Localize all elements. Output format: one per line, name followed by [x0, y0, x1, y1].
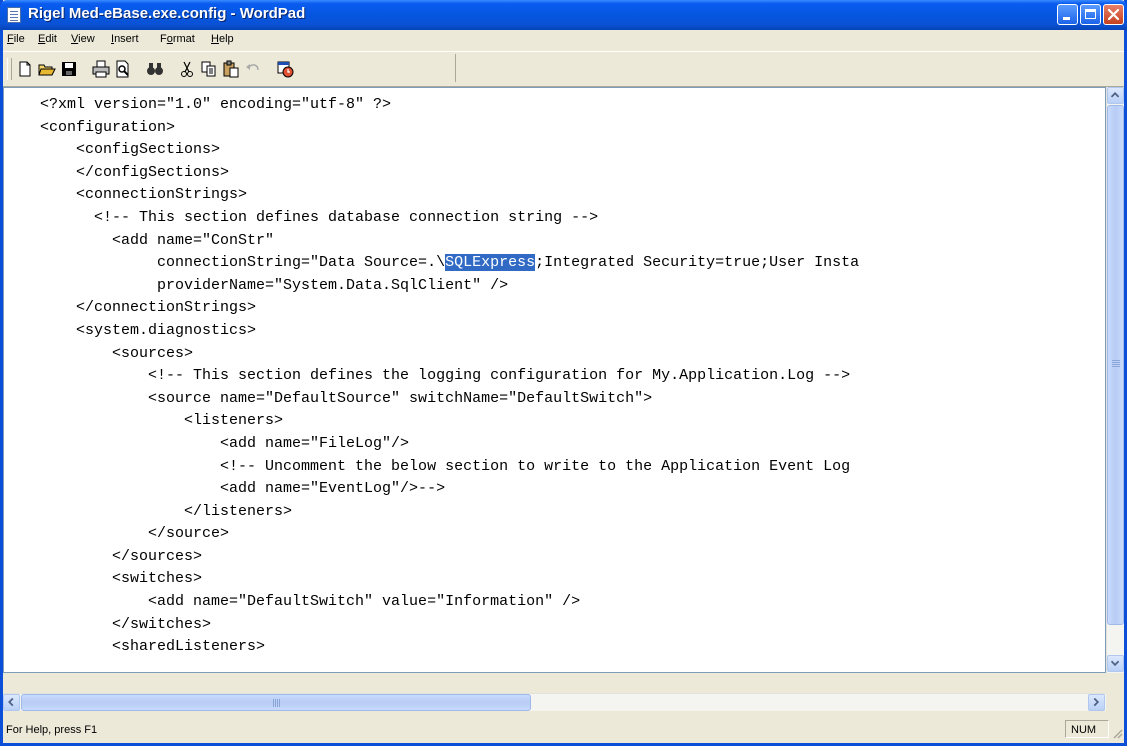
wordpad-window: Rigel Med-eBase.exe.config - WordPad Fil…	[0, 0, 1127, 746]
close-button[interactable]	[1103, 4, 1124, 25]
document-line: </sources>	[40, 547, 203, 565]
scroll-down-button[interactable]	[1107, 655, 1124, 672]
menu-insert[interactable]: Insert	[111, 33, 139, 45]
document-text: <?xml version="1.0" encoding="utf-8" ?> <…	[40, 94, 859, 659]
document-line: <source name="DefaultSource" switchName=…	[40, 389, 653, 407]
num-lock-indicator: NUM	[1065, 720, 1109, 738]
document-line: <!-- This section defines database conne…	[40, 208, 599, 226]
menu-bar: File Edit View Insert Format Help	[3, 30, 1124, 50]
chevron-left-icon	[8, 697, 14, 707]
menu-file[interactable]: File	[7, 33, 25, 45]
document-line: <?xml version="1.0" encoding="utf-8" ?>	[40, 96, 392, 113]
open-folder-icon	[38, 64, 56, 76]
thumb-grip-icon	[273, 699, 274, 707]
document-line: <add name="EventLog"/>-->	[40, 480, 446, 498]
document-line: <configuration>	[40, 118, 176, 136]
document-line: <system.diagnostics>	[40, 321, 257, 339]
minimize-icon	[1063, 17, 1070, 20]
document-line: <connectionStrings>	[40, 186, 248, 204]
line-text-after-selection: ;Integrated Security=true;User Insta	[535, 254, 860, 272]
line-text-before-selection: connectionString="Data Source=.\	[40, 254, 446, 272]
scrollbar-corner	[1106, 693, 1124, 711]
document-line: <add name="DefaultSwitch" value="Informa…	[40, 593, 581, 611]
find-button[interactable]	[145, 59, 165, 79]
scroll-up-button[interactable]	[1107, 87, 1124, 104]
selected-text[interactable]: SQLExpress	[445, 254, 536, 272]
document-line: <add name="ConStr"	[40, 231, 275, 249]
copy-icon	[201, 61, 216, 77]
document-line: </configSections>	[40, 163, 230, 181]
minimize-button[interactable]	[1057, 4, 1078, 25]
document-line: </connectionStrings>	[40, 299, 257, 317]
document-line: <configSections>	[40, 141, 221, 159]
undo-button[interactable]	[243, 59, 263, 79]
paste-button[interactable]	[221, 59, 241, 79]
save-button[interactable]	[59, 59, 79, 79]
document-line: <sources>	[40, 344, 194, 362]
scroll-right-button[interactable]	[1088, 694, 1105, 711]
menu-format[interactable]: Format	[160, 33, 195, 45]
maximize-icon	[1085, 9, 1096, 19]
cut-button[interactable]	[177, 59, 197, 79]
document-line: <!-- This section defines the logging co…	[40, 367, 851, 385]
maximize-button[interactable]	[1080, 4, 1101, 25]
vertical-scroll-thumb[interactable]	[1107, 105, 1124, 625]
paste-icon	[223, 60, 239, 78]
wordpad-app-icon[interactable]	[7, 7, 21, 23]
document-line: <sharedListeners>	[40, 638, 266, 656]
document-line: </source>	[40, 525, 230, 543]
document-line: <add name="FileLog"/>	[40, 434, 410, 452]
document-line: </switches>	[40, 615, 212, 633]
date-time-icon	[277, 61, 294, 78]
print-button[interactable]	[91, 59, 111, 79]
find-binoculars-icon	[147, 63, 163, 75]
undo-icon	[246, 64, 259, 71]
status-help-text: For Help, press F1	[6, 724, 98, 736]
chevron-right-icon	[1093, 697, 1100, 707]
status-bar: For Help, press F1 NUM	[3, 718, 1124, 743]
resize-grip-icon[interactable]	[1111, 727, 1123, 739]
open-button[interactable]	[37, 59, 57, 79]
document-line: connectionString="Data Source=.\SQLExpre…	[40, 252, 859, 275]
vertical-scrollbar[interactable]	[1106, 87, 1124, 673]
document-line: providerName="System.Data.SqlClient" />	[40, 276, 509, 294]
chevron-down-icon	[1110, 660, 1120, 667]
date-time-button[interactable]	[275, 59, 295, 79]
toolbar	[3, 51, 1124, 87]
close-icon	[1107, 8, 1120, 21]
print-icon	[92, 60, 110, 78]
document-line: <switches>	[40, 570, 203, 588]
save-disk-icon	[62, 62, 76, 76]
document-line: <!-- Uncomment the below section to writ…	[40, 457, 851, 475]
document-line: <listeners>	[40, 412, 284, 430]
print-preview-icon	[116, 60, 129, 78]
new-document-icon	[19, 61, 31, 77]
document-editor[interactable]: <?xml version="1.0" encoding="utf-8" ?> <…	[3, 87, 1106, 673]
menu-view[interactable]: View	[71, 33, 95, 45]
menu-edit[interactable]: Edit	[38, 33, 57, 45]
toolbar-grip[interactable]	[7, 58, 12, 80]
horizontal-scroll-thumb[interactable]	[21, 694, 531, 711]
toolbar-band	[5, 54, 456, 82]
menu-help[interactable]: Help	[211, 33, 234, 45]
scroll-left-button[interactable]	[3, 694, 20, 711]
new-document-button[interactable]	[15, 59, 35, 79]
document-line: </listeners>	[40, 502, 293, 520]
copy-button[interactable]	[199, 59, 219, 79]
print-preview-button[interactable]	[113, 59, 133, 79]
cut-scissors-icon	[181, 61, 193, 77]
chevron-up-icon	[1110, 92, 1120, 98]
window-title: Rigel Med-eBase.exe.config - WordPad	[28, 5, 306, 22]
horizontal-scrollbar[interactable]	[3, 693, 1106, 711]
title-bar[interactable]: Rigel Med-eBase.exe.config - WordPad	[0, 0, 1127, 30]
thumb-grip-icon	[1112, 360, 1120, 361]
